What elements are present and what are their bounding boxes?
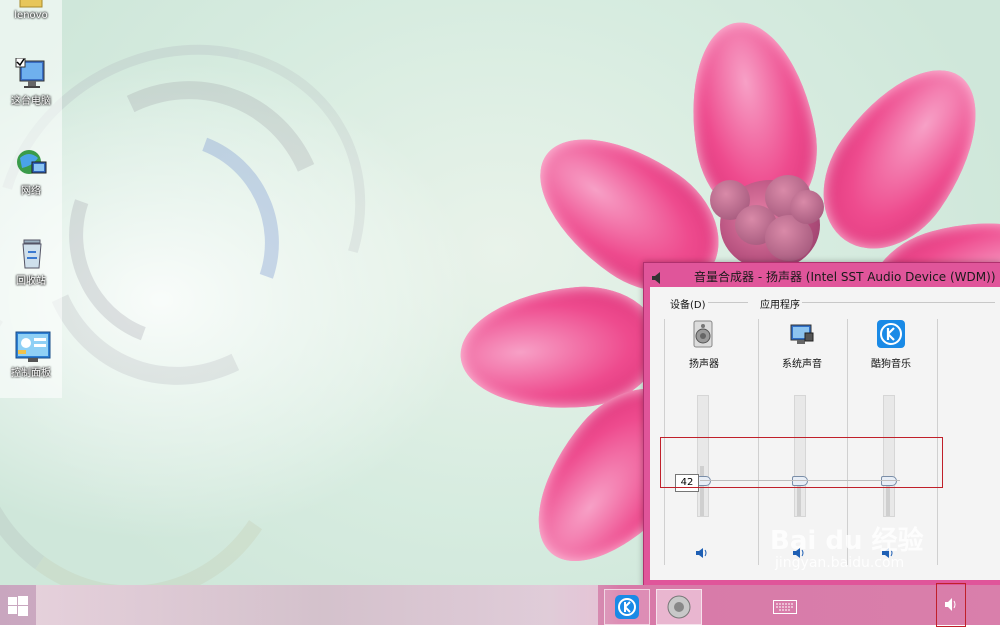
volume-tray-button[interactable]: [936, 583, 966, 627]
desktop-icon-label: 控制面板: [11, 368, 51, 379]
taskbar-kugou-button[interactable]: [604, 589, 650, 625]
channel-name: 扬声器: [689, 359, 719, 370]
device-group-label: 设备(D): [668, 296, 708, 311]
desktop-icon-lenovo[interactable]: lenovo: [4, 0, 58, 21]
speaker-icon: [652, 269, 662, 284]
taskbar-blurred-area: [36, 585, 598, 625]
desktop-icon-label: 这台电脑: [11, 96, 51, 107]
recycle-bin-icon: [14, 238, 48, 270]
desktop-icon-label: 回收站: [16, 276, 46, 287]
desktop-icon-label: 网络: [21, 186, 41, 197]
computer-icon: [14, 57, 48, 90]
taskbar: [0, 585, 1000, 625]
channel-name: 酷狗音乐: [871, 359, 911, 370]
desktop-icons-panel: lenovo 这台电脑 网络 回收站 控制面板: [0, 0, 62, 398]
taskbar-volume-mixer-button[interactable]: [656, 589, 702, 625]
speaker-device-icon: [667, 595, 691, 619]
volume-icon: [945, 598, 956, 611]
desktop-icon-recycle-bin[interactable]: 回收站: [4, 238, 58, 287]
desktop-icon-network[interactable]: 网络: [4, 148, 58, 197]
titlebar[interactable]: 音量合成器 - 扬声器 (Intel SST Audio Device (WDM…: [644, 263, 1000, 287]
desktop-icon-this-pc[interactable]: 这台电脑: [4, 57, 58, 107]
folder-icon: [14, 0, 48, 8]
network-icon: [14, 148, 48, 180]
channel-name: 系统声音: [782, 359, 822, 370]
control-panel-icon: [14, 330, 51, 362]
speaker-device-icon: [689, 319, 719, 349]
desktop-icon-label: lenovo: [14, 10, 48, 21]
kugou-icon: [876, 319, 906, 349]
windows-start-icon[interactable]: [8, 596, 28, 616]
system-sounds-icon: [787, 319, 817, 349]
desktop-icon-control-panel[interactable]: 控制面板: [4, 330, 58, 379]
keyboard-icon[interactable]: [773, 599, 797, 614]
watermark-brand: Bai du 经验: [770, 526, 924, 556]
kugou-icon: [615, 595, 639, 619]
mute-speaker-icon[interactable]: [695, 545, 709, 559]
window-title: 音量合成器 - 扬声器 (Intel SST Audio Device (WDM…: [694, 270, 996, 284]
watermark-url: jingyan.baidu.com: [775, 555, 905, 571]
highlight-box: [660, 437, 943, 488]
desktop-background: lenovo 这台电脑 网络 回收站 控制面板 音量合成器 - 扬声器 (Int…: [0, 0, 1000, 629]
apps-group-label: 应用程序: [758, 296, 802, 311]
